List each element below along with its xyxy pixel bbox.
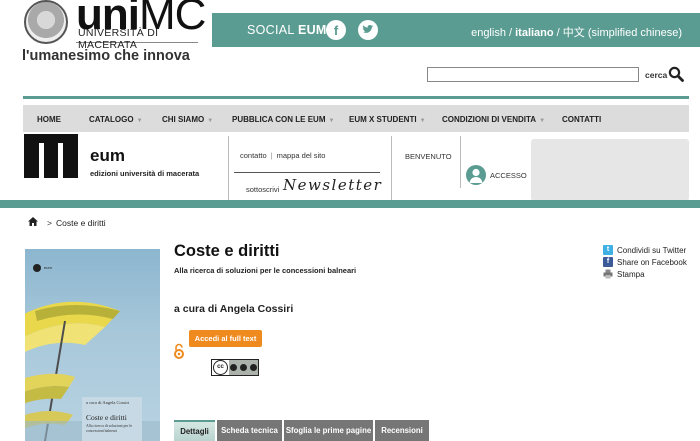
nav-item-contatti[interactable]: CONTATTI <box>562 115 601 124</box>
nav-item-eum-studenti[interactable]: EUM X STUDENTI ▼ <box>349 115 426 124</box>
nav-item-condizioni[interactable]: CONDIZIONI DI VENDITA ▼ <box>442 115 545 124</box>
nav-item-chi-siamo[interactable]: CHI SIAMO ▼ <box>162 115 213 124</box>
by-icon <box>230 364 237 371</box>
home-icon[interactable] <box>28 217 38 226</box>
mappa-sito-link[interactable]: mappa del sito <box>277 151 326 160</box>
divider <box>460 136 461 188</box>
chevron-down-icon: ▼ <box>328 118 335 124</box>
nav-top-divider <box>23 96 689 99</box>
cover-title-panel: a cura di Angela Cossiri Coste e diritti… <box>82 397 142 441</box>
chevron-down-icon: ▼ <box>419 118 426 124</box>
book-title: Coste e diritti <box>174 242 280 260</box>
university-seal-icon <box>24 0 68 44</box>
tab-dettagli[interactable]: Dettagli <box>174 420 215 441</box>
tab-scheda-tecnica[interactable]: Scheda tecnica <box>217 420 282 441</box>
newsletter-link[interactable]: Newsletter <box>283 176 382 194</box>
nav-item-home[interactable]: HOME <box>37 115 61 124</box>
eum-subtitle: edizioni università di macerata <box>90 169 200 178</box>
university-logo[interactable]: uniMC UNIVERSITÀ DI MACERATA l'umanesimo… <box>0 0 212 92</box>
nd-icon <box>250 364 257 371</box>
cover-subtitle: Alla ricerca di soluzioni per le concess… <box>86 424 133 433</box>
cart-panel <box>531 139 689 201</box>
cover-curator: a cura di Angela Cossiri <box>86 400 130 405</box>
search-label[interactable]: cerca <box>645 70 667 80</box>
share-facebook[interactable]: f Share on Facebook <box>603 257 687 267</box>
login-link[interactable]: ACCESSO <box>490 171 527 180</box>
chevron-down-icon: ▼ <box>207 118 214 124</box>
book-curator: a cura di Angela Cossiri <box>174 303 294 315</box>
nc-icon <box>240 364 247 371</box>
welcome-label: BENVENUTO <box>405 152 452 161</box>
nav-item-pubblica[interactable]: PUBBLICA CON LE EUM ▼ <box>232 115 334 124</box>
tagline: l'umanesimo che innova <box>22 48 190 64</box>
search-input[interactable] <box>427 67 639 82</box>
utility-links: contatto | mappa del sito <box>240 151 326 160</box>
chevron-down-icon: ▼ <box>539 118 546 124</box>
social-language-bar: SOCIAL EUM f english / italiano / 中文 (si… <box>212 13 700 47</box>
eum-title[interactable]: eum <box>90 146 125 166</box>
breadcrumb-current: Coste e diritti <box>56 218 106 228</box>
lang-english[interactable]: english <box>471 27 506 39</box>
share-twitter[interactable]: t Condividi su Twitter <box>603 245 686 255</box>
full-text-button[interactable]: Accedi al full text <box>189 330 262 347</box>
tab-recensioni[interactable]: Recensioni <box>375 420 429 441</box>
social-label: SOCIAL EUM <box>247 23 327 37</box>
divider <box>391 136 392 200</box>
open-access-icon <box>174 343 184 359</box>
tab-sfoglia[interactable]: Sfoglia le prime pagine <box>284 420 373 441</box>
main-nav: HOME CATALOGO ▼ CHI SIAMO ▼ PUBBLICA CON L… <box>23 105 689 132</box>
breadcrumb-separator: > <box>47 218 52 228</box>
lang-chinese[interactable]: 中文 (simplified chinese) <box>563 27 682 39</box>
print-icon <box>603 269 613 279</box>
product-tabs: Dettagli Scheda tecnica Sfoglia le prime… <box>174 420 431 441</box>
user-icon[interactable] <box>466 165 486 185</box>
book-cover-image[interactable]: eum a cura di Angela Cossiri Coste e dir… <box>25 249 160 441</box>
subscribe-label[interactable]: sottoscrivi <box>246 185 279 194</box>
language-switcher: english / italiano / 中文 (simplified chin… <box>471 27 682 39</box>
facebook-icon: f <box>603 257 613 267</box>
search-icon[interactable] <box>668 66 684 82</box>
share-print[interactable]: Stampa <box>603 269 645 279</box>
chevron-down-icon: ▼ <box>136 118 143 124</box>
cover-publisher: eum <box>44 265 52 270</box>
header-bottom-bar <box>0 200 700 208</box>
twitter-icon[interactable] <box>358 20 378 40</box>
divider <box>228 136 229 200</box>
nav-item-catalogo[interactable]: CATALOGO ▼ <box>89 115 143 124</box>
cc-icon: cc <box>213 360 228 375</box>
lang-italiano[interactable]: italiano <box>515 27 554 39</box>
facebook-icon[interactable]: f <box>326 20 346 40</box>
book-subtitle: Alla ricerca di soluzioni per le concess… <box>174 266 357 275</box>
publisher-logo-icon <box>33 264 41 272</box>
cover-title: Coste e diritti <box>86 413 127 422</box>
creative-commons-license-badge[interactable]: cc <box>211 359 259 376</box>
divider <box>234 172 380 173</box>
contatto-link[interactable]: contatto <box>240 151 267 160</box>
eum-logo-icon[interactable] <box>24 134 78 178</box>
twitter-icon: t <box>603 245 613 255</box>
